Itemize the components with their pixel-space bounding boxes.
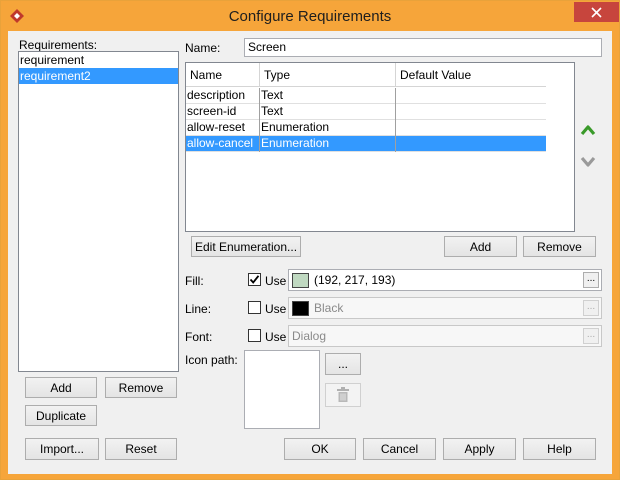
fill-color-field[interactable]: (192, 217, 193) ... [288,269,602,291]
table-row[interactable]: screen-id Text [186,104,546,120]
font-value: Dialog [292,329,327,343]
font-use-label: Use [265,330,287,344]
cell-default[interactable] [396,120,546,136]
fill-use-label: Use [265,274,287,288]
fill-color-value: (192, 217, 193) [314,273,396,287]
remove-property-button[interactable]: Remove [523,236,596,257]
window-title: Configure Requirements [228,8,392,25]
reset-button[interactable]: Reset [105,438,177,460]
table-row-selected[interactable]: allow-cancel Enumeration [186,136,546,152]
cell-name: description [186,88,260,104]
requirements-label: Requirements: [19,38,98,52]
cell-name: allow-reset [186,120,260,136]
requirements-list[interactable]: requirement requirement2 [18,51,179,372]
icon-delete-button[interactable] [325,383,361,407]
table-row[interactable]: description Text [186,88,546,104]
fill-color-swatch [292,273,309,288]
line-use-label: Use [265,302,287,316]
add-requirement-button[interactable]: Add [25,377,97,398]
list-item-requirement2[interactable]: requirement2 [19,68,178,84]
cell-type: Text [260,104,396,120]
font-label: Font: [185,330,213,344]
properties-table[interactable]: Name Type Default Value description Text… [185,62,575,232]
icon-preview [244,350,320,429]
icon-path-label: Icon path: [185,353,238,367]
name-input[interactable]: Screen [244,38,602,57]
column-header-name[interactable]: Name [186,63,260,87]
edit-enumeration-button[interactable]: Edit Enumeration... [191,236,301,257]
title-bar[interactable]: Configure Requirements [1,1,619,31]
cancel-button[interactable]: Cancel [363,438,436,460]
fill-browse-button[interactable]: ... [583,272,599,288]
font-browse-button[interactable]: ... [583,328,599,344]
line-label: Line: [185,302,212,316]
column-header-type[interactable]: Type [260,63,396,87]
close-button[interactable] [574,2,619,22]
duplicate-requirement-button[interactable]: Duplicate [25,405,97,426]
remove-requirement-button[interactable]: Remove [105,377,177,398]
column-header-default-value[interactable]: Default Value [396,63,546,87]
cell-default[interactable] [396,104,546,120]
cell-name: allow-cancel [186,136,260,152]
line-color-value: Black [314,301,344,315]
help-button[interactable]: Help [523,438,596,460]
arrow-down-icon[interactable] [580,155,596,169]
cell-name: screen-id [186,104,260,120]
line-color-swatch [292,301,309,316]
fill-use-checkbox[interactable] [248,273,261,286]
cell-default[interactable] [396,88,546,104]
cell-type: Text [260,88,396,104]
line-browse-button[interactable]: ... [583,300,599,316]
icon-browse-button[interactable]: ... [325,353,361,375]
line-color-field[interactable]: Black ... [288,297,602,319]
apply-button[interactable]: Apply [443,438,516,460]
line-use-checkbox[interactable] [248,301,261,314]
fill-label: Fill: [185,274,204,288]
table-row[interactable]: allow-reset Enumeration [186,120,546,136]
cell-default[interactable] [396,136,546,152]
arrow-up-icon[interactable] [580,123,596,137]
import-button[interactable]: Import... [25,438,99,460]
cell-type: Enumeration [260,120,396,136]
close-icon [591,6,602,18]
font-use-checkbox[interactable] [248,329,261,342]
check-icon [249,275,260,284]
add-property-button[interactable]: Add [444,236,517,257]
trash-icon [337,387,349,402]
font-field[interactable]: Dialog ... [288,325,602,347]
cell-type: Enumeration [260,136,396,152]
list-item-requirement[interactable]: requirement [19,52,178,68]
dialog-window: Configure Requirements Requirements: req… [0,0,620,480]
table-header: Name Type Default Value [186,63,546,87]
dialog-content: Requirements: requirement requirement2 A… [8,31,612,474]
ok-button[interactable]: OK [284,438,356,460]
name-label: Name: [185,41,221,55]
